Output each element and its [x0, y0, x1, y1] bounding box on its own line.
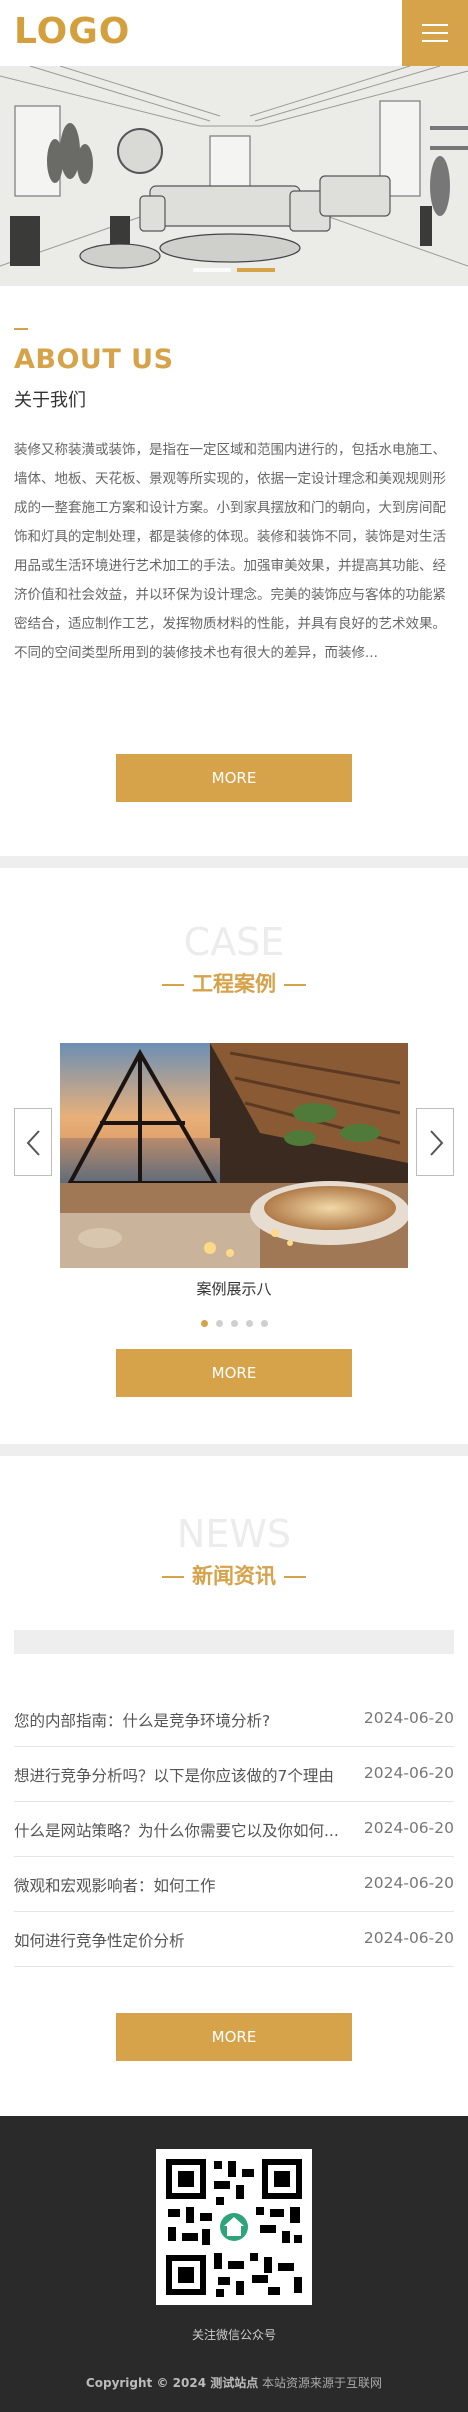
case-prev-button[interactable] — [14, 1108, 52, 1176]
news-title-cn-text: 新闻资讯 — [192, 1564, 276, 1588]
about-heading: ABOUT US — [14, 344, 174, 375]
news-header-strip — [14, 1630, 454, 1654]
chevron-left-icon — [26, 1130, 40, 1156]
menu-button[interactable] — [402, 0, 468, 66]
news-item-date: 2024-06-20 — [363, 1764, 454, 1782]
about-accent-bar — [14, 328, 28, 330]
case-next-button[interactable] — [416, 1108, 454, 1176]
wechat-qr-code — [156, 2149, 312, 2305]
case-dot-active[interactable] — [200, 1320, 208, 1327]
news-item-title[interactable]: 您的内部指南：什么是竞争环境分析? — [14, 1709, 344, 1731]
case-caption[interactable]: 案例展示八 — [0, 1278, 468, 1299]
news-title-en: NEWS — [176, 1512, 292, 1556]
case-dot[interactable] — [245, 1320, 253, 1327]
news-item[interactable]: 微观和宏观影响者：如何工作 2024-06-20 — [14, 1857, 454, 1912]
banner-sketch-image — [0, 66, 468, 286]
banner-dot[interactable] — [193, 268, 231, 272]
section-divider — [0, 856, 468, 868]
news-more-button[interactable]: MORE — [116, 2013, 352, 2061]
about-paragraph: 装修又称装潢或装饰，是指在一定区域和范围内进行的，包括水电施工、墙体、地板、天花… — [14, 442, 446, 661]
case-dot[interactable] — [260, 1320, 268, 1327]
case-more-button[interactable]: MORE — [116, 1349, 352, 1397]
news-item-date: 2024-06-20 — [363, 1819, 454, 1837]
title-line-right — [284, 1576, 306, 1578]
news-item[interactable]: 您的内部指南：什么是竞争环境分析? 2024-06-20 — [14, 1692, 454, 1747]
menu-icon-bar-3 — [422, 40, 448, 42]
case-title-cn-text: 工程案例 — [192, 972, 276, 996]
chevron-right-icon — [430, 1130, 444, 1156]
title-line-right — [284, 984, 306, 986]
site-footer: 关注微信公众号 Copyright © 2024 测试站点 本站资源来源于互联网 — [0, 2116, 468, 2412]
case-title-en: CASE — [183, 920, 285, 964]
news-item[interactable]: 什么是网站策略？为什么你需要它以及你如何... 2024-06-20 — [14, 1802, 454, 1857]
title-line-left — [162, 1576, 184, 1578]
news-item-title[interactable]: 如何进行竞争性定价分析 — [14, 1929, 344, 1951]
copyright-prefix: Copyright © 2024 测试站点 — [85, 2376, 259, 2390]
case-dot[interactable] — [230, 1320, 238, 1327]
about-section: ABOUT US 关于我们 装修又称装潢或装饰，是指在一定区域和范围内进行的，包… — [0, 286, 468, 856]
copyright-suffix: 本站资源来源于互联网 — [262, 2376, 383, 2390]
title-line-left — [162, 984, 184, 986]
case-dot[interactable] — [215, 1320, 223, 1327]
about-subheading: 关于我们 — [14, 390, 86, 411]
site-logo[interactable]: LOGO — [14, 10, 130, 54]
menu-icon-bar-2 — [422, 32, 448, 34]
news-item-date: 2024-06-20 — [363, 1929, 454, 1947]
qr-code-image — [156, 2149, 312, 2305]
about-more-button[interactable]: MORE — [116, 754, 352, 802]
hero-banner[interactable] — [0, 66, 468, 286]
news-item[interactable]: 如何进行竞争性定价分析 2024-06-20 — [14, 1912, 454, 1967]
case-title-cn: 工程案例 — [0, 968, 468, 998]
qr-label: 关注微信公众号 — [191, 2328, 276, 2342]
site-header: LOGO — [0, 0, 468, 66]
banner-dot-active[interactable] — [237, 268, 275, 272]
news-item-title[interactable]: 微观和宏观影响者：如何工作 — [14, 1874, 344, 1896]
news-title-cn: 新闻资讯 — [0, 1560, 468, 1590]
news-item-date: 2024-06-20 — [363, 1874, 454, 1892]
section-divider — [0, 1444, 468, 1456]
news-item[interactable]: 想进行竞争分析吗？以下是你应该做的7个理由 2024-06-20 — [14, 1747, 454, 1802]
news-item-date: 2024-06-20 — [363, 1709, 454, 1727]
news-item-title[interactable]: 什么是网站策略？为什么你需要它以及你如何... — [14, 1819, 344, 1841]
banner-pagination — [0, 257, 468, 276]
news-item-title[interactable]: 想进行竞争分析吗？以下是你应该做的7个理由 — [14, 1764, 344, 1786]
copyright: Copyright © 2024 测试站点 本站资源来源于互联网 — [0, 2374, 468, 2391]
menu-icon-bar-1 — [422, 24, 448, 26]
case-image[interactable] — [60, 1043, 408, 1268]
case-photo — [60, 1043, 408, 1268]
case-pagination — [0, 1312, 468, 1331]
